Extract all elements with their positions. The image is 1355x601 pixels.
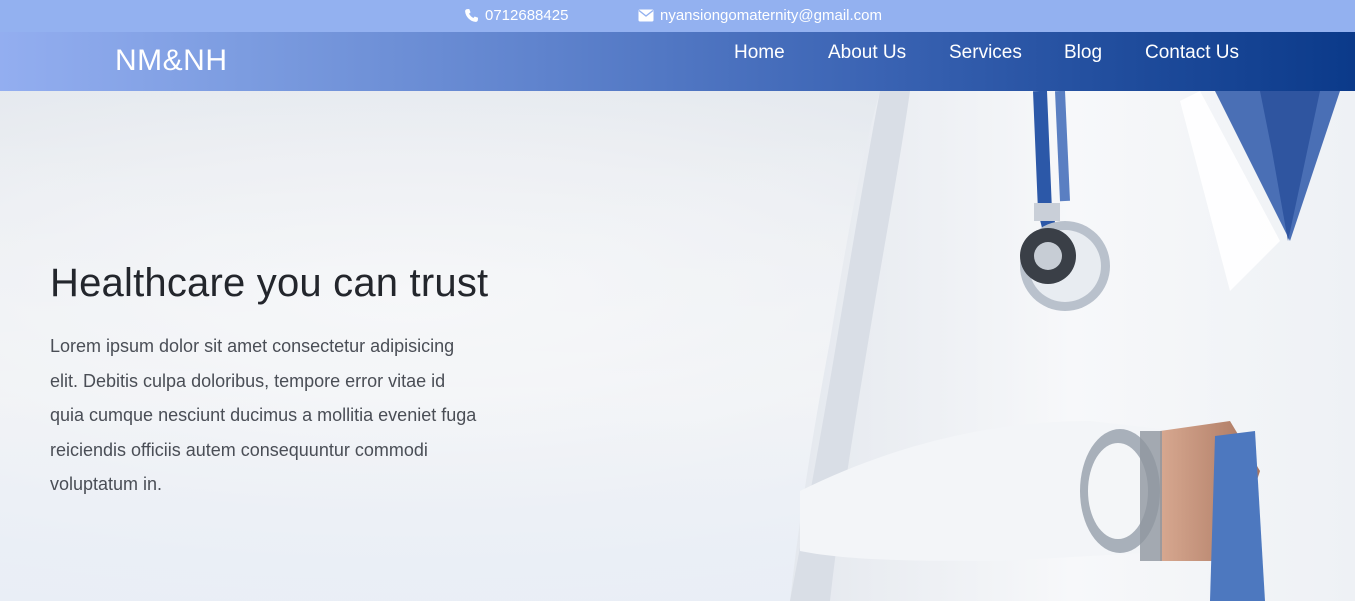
- nav-link-about-us[interactable]: About Us: [828, 42, 949, 64]
- phone-contact[interactable]: 0712688425: [464, 7, 568, 24]
- phone-number: 0712688425: [485, 7, 569, 24]
- hero-title: Healthcare you can trust: [50, 261, 489, 305]
- envelope-icon: [638, 9, 654, 22]
- phone-icon: [464, 8, 479, 23]
- hero-section: Healthcare you can trust Lorem ipsum dol…: [0, 91, 1355, 601]
- email-address: nyansiongomaternity@gmail.com: [660, 7, 882, 24]
- main-nav: Home About Us Services Blog Contact Us: [734, 42, 1239, 64]
- navbar: NM&NH Home About Us Services Blog Contac…: [0, 32, 1355, 91]
- top-info-bar: 0712688425 nyansiongomaternity@gmail.com: [0, 0, 1355, 32]
- nav-link-contact-us[interactable]: Contact Us: [1145, 42, 1239, 64]
- nav-link-blog[interactable]: Blog: [1064, 42, 1145, 64]
- nav-link-home[interactable]: Home: [734, 42, 828, 64]
- brand-logo[interactable]: NM&NH: [115, 44, 228, 78]
- nav-link-services[interactable]: Services: [949, 42, 1064, 64]
- hero-description: Lorem ipsum dolor sit amet consectetur a…: [50, 336, 477, 494]
- email-contact[interactable]: nyansiongomaternity@gmail.com: [638, 7, 882, 24]
- doctor-image: [790, 91, 1355, 601]
